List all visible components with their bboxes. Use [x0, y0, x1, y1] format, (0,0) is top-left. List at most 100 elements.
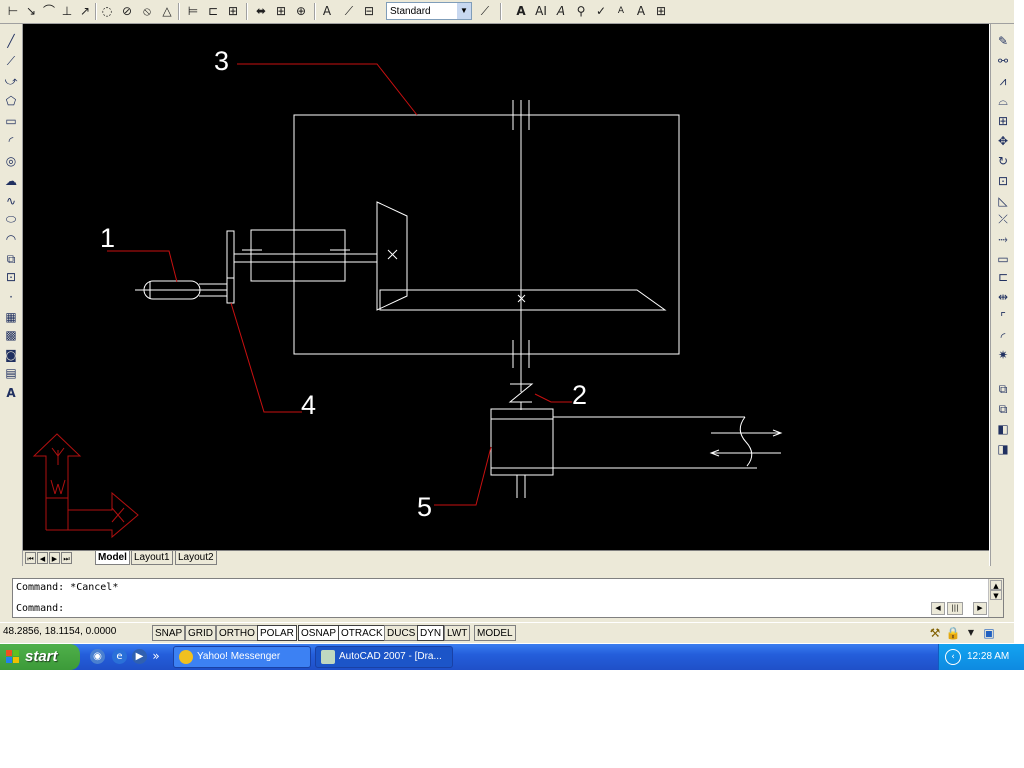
status-menu-chevron-icon[interactable]: ▼	[962, 624, 980, 642]
first-tab-button[interactable]: ⏮	[25, 552, 36, 564]
leader-3[interactable]	[237, 63, 418, 116]
bevel-pinion[interactable]	[376, 201, 408, 311]
prev-tab-button[interactable]: ◀	[37, 552, 48, 564]
move-icon[interactable]: ✥	[994, 132, 1012, 150]
copy-icon[interactable]: ⚯	[994, 52, 1012, 70]
insert-block-icon[interactable]: ⧉	[2, 250, 20, 268]
ducs-toggle[interactable]: DUCS	[384, 625, 419, 641]
internet-explorer-icon[interactable]: e	[112, 649, 127, 664]
tab-layout1[interactable]: Layout1	[131, 551, 173, 565]
point-icon[interactable]: ·	[2, 288, 20, 306]
make-block-icon[interactable]: ⊡	[2, 268, 20, 286]
dim-update-icon[interactable]: ⟋	[340, 2, 358, 20]
gradient-icon[interactable]: ▩	[2, 326, 20, 344]
gearbox-housing[interactable]	[293, 114, 680, 355]
leader-icon[interactable]: ⊞	[224, 2, 242, 20]
polyline-icon[interactable]: ⤻	[2, 72, 20, 90]
dyn-toggle[interactable]: DYN	[417, 625, 445, 641]
task-yahoo-messenger[interactable]: Yahoo! Messenger	[173, 646, 311, 668]
ortho-toggle[interactable]: ORTHO	[216, 625, 258, 641]
ellipse-arc-icon[interactable]: ◠	[2, 230, 20, 248]
grid-toggle[interactable]: GRID	[185, 625, 216, 641]
linear-dim-icon[interactable]: ⊢	[4, 2, 22, 20]
extend-icon[interactable]: ⤑	[994, 230, 1012, 248]
leader-4[interactable]	[230, 302, 302, 413]
scroll-up-icon[interactable]: ▲	[990, 580, 1002, 590]
radius-dim-icon[interactable]: ↗	[76, 2, 94, 20]
coordinate-readout[interactable]: 48.2856, 18.1154, 0.0000	[3, 626, 116, 637]
revision-cloud-icon[interactable]: ☁	[2, 172, 20, 190]
dim-text-edit-icon[interactable]: A	[318, 2, 336, 20]
construction-line-icon[interactable]: ⟋	[2, 52, 20, 70]
command-scrollbar[interactable]: ▲ ▼	[988, 579, 1003, 617]
rotate-icon[interactable]: ↻	[994, 152, 1012, 170]
explode-icon[interactable]: ✷	[994, 346, 1012, 364]
circle-icon[interactable]: ◎	[2, 152, 20, 170]
send-under-icon[interactable]: ◨	[994, 440, 1012, 458]
tolerance-icon[interactable]: ⬌	[252, 2, 270, 20]
drawing-svg[interactable]: 1 2 3 4 5	[23, 24, 989, 550]
offset-icon[interactable]: ⌓	[994, 92, 1012, 110]
dim-style-dropdown[interactable]: Standard ▼	[386, 2, 472, 20]
chamfer-icon[interactable]: ⌜	[994, 308, 1012, 326]
hatch-icon[interactable]: ▦	[2, 308, 20, 326]
snap-toggle[interactable]: SNAP	[152, 625, 186, 641]
edit-text-icon[interactable]: A	[552, 2, 570, 20]
diameter-dim-icon[interactable]: ⊘	[118, 2, 136, 20]
lwt-toggle[interactable]: LWT	[444, 625, 471, 641]
coupling-flange[interactable]	[226, 230, 235, 304]
text-style-icon[interactable]: A	[612, 2, 630, 20]
center-mark-icon[interactable]: ⊞	[272, 2, 290, 20]
osnap-toggle[interactable]: OSNAP	[298, 625, 340, 641]
quicklaunch-app-icon[interactable]: ◉	[90, 649, 105, 664]
join-icon[interactable]: ⇹	[994, 288, 1012, 306]
dim-style-icon[interactable]: ⊟	[360, 2, 378, 20]
break-icon[interactable]: ⊏	[994, 268, 1012, 286]
jogged-dim-icon[interactable]: ◌	[98, 2, 116, 20]
scroll-right-icon[interactable]: ▶	[973, 602, 987, 615]
line-icon[interactable]: ╱	[2, 32, 20, 50]
leader-5[interactable]	[434, 446, 492, 506]
ellipse-icon[interactable]: ⬭	[2, 210, 20, 228]
tab-layout2[interactable]: Layout2	[175, 551, 217, 565]
bring-above-icon[interactable]: ◧	[994, 420, 1012, 438]
baseline-dim-icon[interactable]: ⊨	[184, 2, 202, 20]
bring-to-front-icon[interactable]: ⧉	[994, 380, 1012, 398]
polygon-icon[interactable]: ⬠	[2, 92, 20, 110]
next-tab-button[interactable]: ▶	[49, 552, 60, 564]
stretch-icon[interactable]: ◺	[994, 192, 1012, 210]
trim-icon[interactable]: ⤫	[994, 210, 1012, 228]
single-line-text-icon[interactable]: AI	[532, 2, 550, 20]
find-replace-icon[interactable]: ⚲	[572, 2, 590, 20]
media-player-icon[interactable]: ▶	[132, 649, 147, 664]
table-icon[interactable]: ▤	[2, 364, 20, 382]
erase-icon[interactable]: ✎	[994, 32, 1012, 50]
ordinate-dim-icon[interactable]: ⊥	[58, 2, 76, 20]
last-tab-button[interactable]: ⏭	[61, 552, 72, 564]
array-icon[interactable]: ⊞	[994, 112, 1012, 130]
multiline-text-tool-icon[interactable]: A	[2, 384, 20, 402]
annotation-scale-icon[interactable]: ⚒	[926, 624, 944, 642]
aligned-dim-icon[interactable]: ↘	[22, 2, 40, 20]
horizontal-scrollbar[interactable]: ◀ ||| ▶	[931, 602, 989, 616]
continue-dim-icon[interactable]: ⊏	[204, 2, 222, 20]
scale-icon[interactable]: ⊡	[994, 172, 1012, 190]
dim-style-manager-icon[interactable]: ⟋	[476, 2, 494, 20]
start-button[interactable]: start	[0, 644, 80, 670]
leader-2[interactable]	[534, 393, 572, 403]
arc-icon[interactable]: ◜	[2, 132, 20, 150]
spelling-icon[interactable]: ✓	[592, 2, 610, 20]
chevron-down-icon[interactable]: ▼	[457, 3, 471, 19]
command-prompt[interactable]: Command:	[16, 603, 64, 614]
spline-icon[interactable]: ∿	[2, 192, 20, 210]
fillet-icon[interactable]: ◜	[994, 328, 1012, 346]
task-autocad[interactable]: AutoCAD 2007 - [Dra...	[315, 646, 453, 668]
arc-length-dim-icon[interactable]: ⌒	[40, 2, 58, 20]
drawing-area[interactable]: 1 2 3 4 5	[23, 24, 989, 550]
quick-dim-icon[interactable]: △	[158, 2, 176, 20]
dim-edit-icon[interactable]: ⊕	[292, 2, 310, 20]
polar-toggle[interactable]: POLAR	[257, 625, 297, 641]
leader-1[interactable]	[107, 250, 178, 283]
scroll-thumb[interactable]: |||	[947, 602, 963, 615]
model-toggle[interactable]: MODEL	[474, 625, 516, 641]
